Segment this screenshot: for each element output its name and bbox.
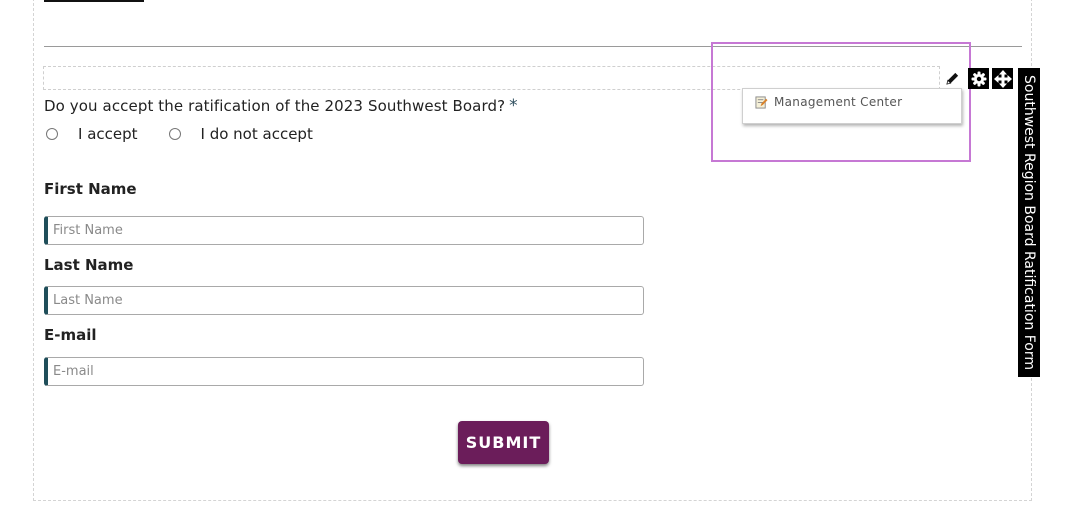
email-label: E-mail <box>44 326 97 344</box>
module-title: Southwest Region Board Ratification Form <box>1021 75 1037 370</box>
submit-button[interactable]: SUBMIT <box>458 421 549 464</box>
radio-accept-label[interactable]: I accept <box>78 125 138 143</box>
header-image-edge <box>44 0 144 2</box>
context-menu: Management Center <box>742 88 962 124</box>
gear-icon <box>971 71 986 86</box>
required-asterisk: * <box>509 96 518 116</box>
radio-decline-label[interactable]: I do not accept <box>201 125 313 143</box>
menu-item-management-center[interactable]: Management Center <box>755 95 902 109</box>
first-name-label: First Name <box>44 180 137 198</box>
move-button[interactable] <box>992 68 1013 89</box>
settings-button[interactable] <box>968 68 989 89</box>
first-name-input[interactable] <box>44 216 644 245</box>
module-title-tab[interactable]: Southwest Region Board Ratification Form <box>1018 68 1040 377</box>
edit-note-icon <box>755 95 768 109</box>
pencil-icon <box>946 72 959 85</box>
move-icon <box>993 69 1012 88</box>
last-name-input[interactable] <box>44 286 644 315</box>
question-text: Do you accept the ratification of the 20… <box>44 97 506 115</box>
radio-decline[interactable] <box>168 128 181 140</box>
ratification-question: Do you accept the ratification of the 20… <box>44 96 518 116</box>
last-name-label: Last Name <box>44 256 134 274</box>
menu-item-label: Management Center <box>774 95 903 109</box>
radio-accept[interactable] <box>46 128 58 140</box>
edit-button[interactable] <box>942 68 963 89</box>
email-input[interactable] <box>44 357 644 386</box>
ratification-radio-group: I accept I do not accept <box>46 125 344 143</box>
